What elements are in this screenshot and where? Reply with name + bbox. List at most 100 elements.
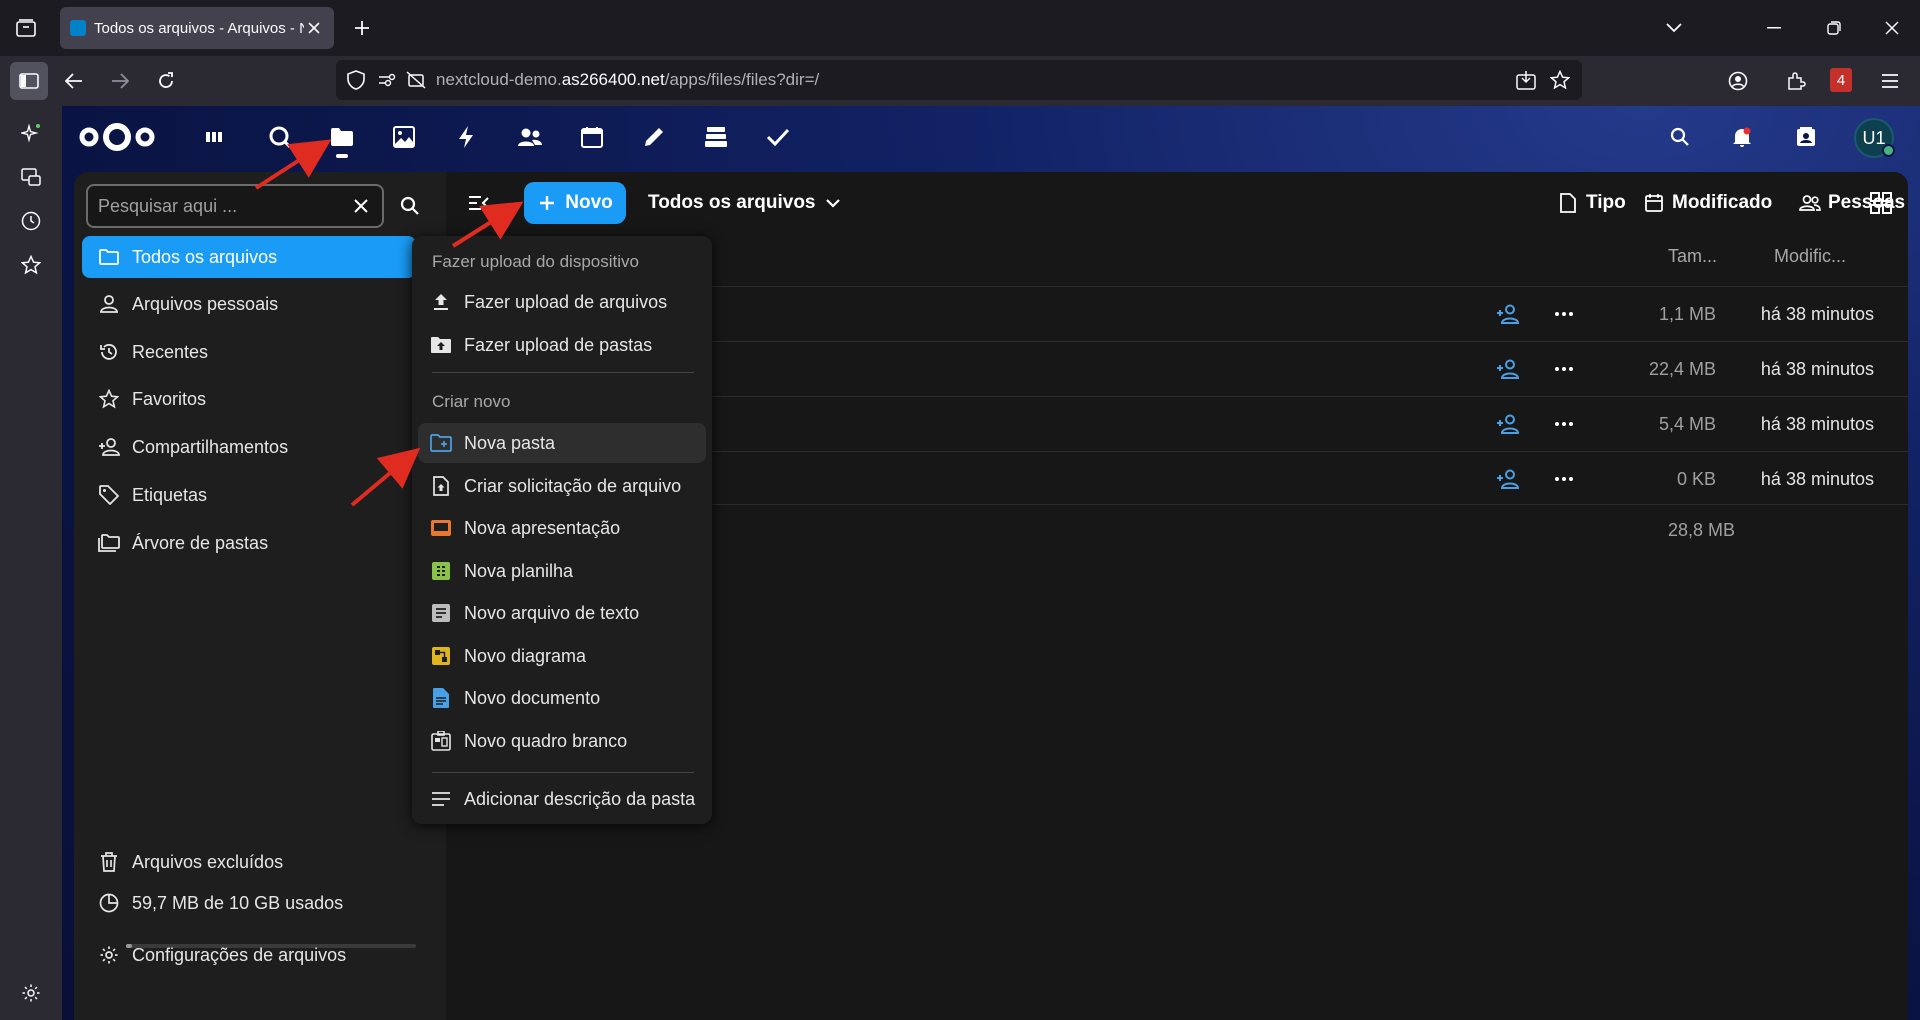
new-document-item[interactable]: Novo documento	[418, 678, 706, 718]
deck-icon[interactable]	[702, 123, 730, 151]
history-icon	[96, 339, 122, 365]
share-user-plus-icon[interactable]	[1494, 410, 1522, 438]
filter-modified[interactable]: Modificado	[1642, 182, 1772, 224]
app-content: Todos os arquivos Arquivos pessoais Rece…	[74, 172, 1908, 1020]
total-size-value: 28,8 MB	[1668, 520, 1736, 540]
bookmarks-star-icon[interactable]	[18, 252, 44, 278]
search-submit-icon[interactable]	[396, 192, 424, 220]
new-whiteboard-item[interactable]: Novo quadro branco	[418, 721, 706, 761]
browser-tab-active[interactable]: Todos os arquivos - Arquivos - N	[60, 7, 334, 49]
document-icon	[430, 687, 452, 709]
browser-sidebar	[0, 106, 62, 1020]
header-search-icon[interactable]	[1666, 123, 1694, 151]
tasks-check-icon[interactable]	[764, 123, 792, 151]
close-tab-icon[interactable]	[304, 18, 324, 38]
install-app-icon[interactable]	[1514, 68, 1538, 92]
sidebar-item-favorites[interactable]: Favoritos	[82, 378, 416, 420]
new-folder-item[interactable]: Nova pasta	[418, 423, 706, 463]
tracking-shield-icon[interactable]	[344, 68, 368, 92]
extension-badge[interactable]: 4	[1830, 68, 1852, 92]
upload-folders-item[interactable]: Fazer upload de pastas	[418, 325, 706, 365]
file-request-item[interactable]: Criar solicitação de arquivo	[418, 466, 706, 506]
more-actions-icon[interactable]	[1550, 465, 1578, 493]
forward-icon[interactable]	[108, 69, 132, 93]
new-diagram-item[interactable]: Novo diagrama	[418, 636, 706, 676]
sidebar-item-all-files[interactable]: Todos os arquivos	[82, 236, 416, 278]
files-settings-button[interactable]: Configurações de arquivos	[82, 934, 416, 976]
sidebar-item-label: Recentes	[132, 341, 209, 362]
quota-label: 59,7 MB de 10 GB usados	[132, 892, 344, 913]
close-window-icon[interactable]	[1880, 16, 1904, 40]
notes-pencil-icon[interactable]	[640, 123, 668, 151]
contacts-menu-icon[interactable]	[1792, 123, 1820, 151]
url-path: /apps/files/files?dir=/	[664, 70, 820, 89]
more-actions-icon[interactable]	[1550, 300, 1578, 328]
sidebar-item-deleted-files[interactable]: Arquivos excluídos	[82, 841, 416, 883]
files-app-icon[interactable]	[328, 123, 356, 151]
search-input[interactable]	[98, 195, 350, 217]
minimize-icon[interactable]	[1762, 16, 1786, 40]
new-tab-icon[interactable]	[350, 16, 374, 40]
column-header-modified[interactable]: Modific...	[1774, 246, 1846, 267]
reload-icon[interactable]	[154, 69, 178, 93]
sidebar-toggle-icon[interactable]	[10, 62, 48, 100]
app-menu-icon[interactable]	[1878, 69, 1902, 93]
clear-search-icon[interactable]	[350, 195, 372, 217]
sidebar-item-tags[interactable]: Etiquetas	[82, 474, 416, 516]
upload-files-item[interactable]: Fazer upload de arquivos	[418, 282, 706, 322]
menu-caption-create: Criar novo	[432, 392, 511, 411]
column-header-size[interactable]: Tam...	[1668, 246, 1717, 267]
more-actions-icon[interactable]	[1550, 355, 1578, 383]
bookmark-star-icon[interactable]	[1548, 68, 1572, 92]
list-all-tabs-icon[interactable]	[1662, 16, 1686, 40]
unified-search-circle-icon[interactable]	[266, 123, 294, 151]
menu-item-label: Novo documento	[464, 687, 601, 708]
calendar-icon[interactable]	[578, 123, 606, 151]
new-presentation-item[interactable]: Nova apresentação	[418, 508, 706, 548]
address-bar[interactable]: nextcloud-demo.as266400.net/apps/files/f…	[336, 60, 1582, 100]
filter-type[interactable]: Tipo	[1556, 182, 1626, 224]
browser-tab-bar: Todos os arquivos - Arquivos - N	[0, 0, 1920, 56]
new-text-file-item[interactable]: Novo arquivo de texto	[418, 593, 706, 633]
sidebar-item-personal-files[interactable]: Arquivos pessoais	[82, 283, 416, 325]
new-button[interactable]: Novo	[524, 182, 626, 224]
sidebar-settings-gear-icon[interactable]	[18, 980, 44, 1006]
share-user-plus-icon[interactable]	[1494, 355, 1522, 383]
nextcloud-logo-icon[interactable]	[78, 120, 156, 154]
sidebar-item-label: Etiquetas	[132, 484, 208, 505]
share-user-plus-icon[interactable]	[1494, 465, 1522, 493]
share-user-plus-icon[interactable]	[1494, 300, 1522, 328]
active-app-indicator	[336, 154, 348, 158]
sidebar-item-shares[interactable]: Compartilhamentos	[82, 426, 416, 468]
new-spreadsheet-item[interactable]: Nova planilha	[418, 551, 706, 591]
account-icon[interactable]	[1726, 69, 1750, 93]
photos-icon[interactable]	[390, 123, 418, 151]
dashboard-icon[interactable]	[202, 123, 230, 151]
back-icon[interactable]	[62, 69, 86, 93]
synced-tabs-icon[interactable]	[18, 164, 44, 190]
extensions-icon[interactable]	[1784, 69, 1808, 93]
site-permissions-icon[interactable]	[376, 68, 400, 92]
tab-list-icon[interactable]	[14, 16, 38, 40]
add-folder-description-item[interactable]: Adicionar descrição da pasta	[418, 779, 706, 819]
sidebar-item-folder-tree[interactable]: Árvore de pastas	[82, 522, 416, 564]
contacts-icon[interactable]	[516, 123, 544, 151]
breadcrumb[interactable]: Todos os arquivos	[648, 182, 844, 224]
history-clock-icon[interactable]	[18, 208, 44, 234]
sidebar-item-recent[interactable]: Recentes	[82, 331, 416, 373]
spreadsheet-icon	[430, 560, 452, 582]
grid-view-icon[interactable]	[1866, 188, 1896, 218]
notifications-bell-icon[interactable]	[1728, 123, 1756, 151]
toggle-navigation-icon[interactable]	[464, 188, 494, 218]
new-menu: Fazer upload do dispositivo Fazer upload…	[412, 236, 712, 824]
activity-lightning-icon[interactable]	[452, 123, 480, 151]
sidebar-item-label: Todos os arquivos	[132, 246, 278, 267]
tag-icon	[96, 482, 122, 508]
menu-item-label: Novo arquivo de texto	[464, 602, 640, 623]
menu-caption-upload: Fazer upload do dispositivo	[432, 252, 639, 271]
ai-sparkle-icon[interactable]	[18, 120, 44, 146]
more-actions-icon[interactable]	[1550, 410, 1578, 438]
insecure-lock-icon[interactable]	[404, 68, 428, 92]
file-size: 5,4 MB	[1658, 413, 1716, 434]
restore-icon[interactable]	[1822, 16, 1846, 40]
